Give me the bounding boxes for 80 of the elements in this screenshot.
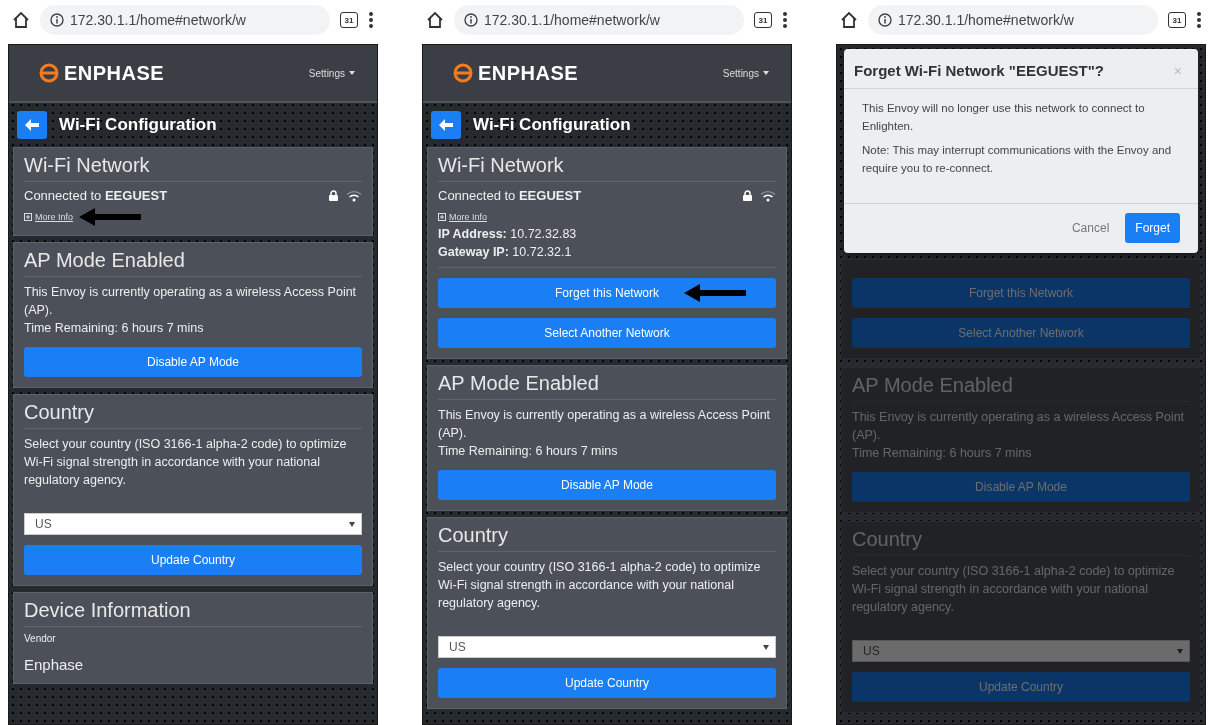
field-value: Enphase	[24, 656, 85, 673]
address-bar[interactable]: 172.30.1.1/home#network/w	[454, 5, 744, 35]
plus-square-icon	[24, 213, 32, 221]
info-text: Gateway IP: 10.72.32.1	[438, 244, 573, 261]
action-button[interactable]: Forget this Network	[438, 278, 776, 308]
menu-icon[interactable]	[368, 11, 374, 29]
logo-text: ENPHASE	[478, 61, 579, 85]
description-text: Select your country (ISO 3166-1 alpha-2 code) to optimize Wi-Fi signal strength in accordance with your national regulatory agency.	[24, 436, 348, 489]
caret-icon	[763, 644, 769, 650]
action-button[interactable]: Select Another Network	[438, 318, 776, 348]
wifi-icon	[346, 189, 362, 202]
settings-menu[interactable]: Settings	[716, 66, 775, 80]
action-button[interactable]: Update Country	[24, 545, 362, 575]
back-arrow-icon	[439, 119, 453, 131]
tab-count[interactable]: 31	[1168, 12, 1186, 28]
more-info-link[interactable]: More Info	[438, 212, 488, 222]
action-button[interactable]: Select Another Network	[852, 318, 1190, 348]
logo-text: ENPHASE	[64, 61, 165, 85]
section-title: AP Mode Enabled	[852, 374, 1190, 402]
action-button[interactable]: Update Country	[438, 668, 776, 698]
tab-count[interactable]: 31	[754, 12, 772, 28]
info-icon	[878, 13, 892, 27]
info-text: Time Remaining: 6 hours 7 mins	[852, 445, 1033, 462]
info-text: Time Remaining: 6 hours 7 mins	[438, 443, 619, 460]
menu-icon[interactable]	[1196, 11, 1202, 29]
address-bar[interactable]: 172.30.1.1/home#network/w	[868, 5, 1158, 35]
caret-icon	[349, 521, 355, 527]
section-title: Device Information	[24, 599, 362, 627]
caret-icon	[349, 71, 355, 75]
info-text: IP Address: 10.72.32.83	[438, 226, 578, 243]
description-text: Select your country (ISO 3166-1 alpha-2 code) to optimize Wi-Fi signal strength in accordance with your national regulatory agency.	[438, 559, 762, 612]
section-title: Country	[438, 524, 776, 552]
info-text: Time Remaining: 6 hours 7 mins	[24, 320, 205, 337]
dialog-text: This Envoy will no longer use this network to connect to Enlighten.	[862, 101, 1146, 134]
connection-status: Connected to EEGUEST	[24, 188, 168, 203]
action-button[interactable]: Disable AP Mode	[438, 470, 776, 500]
description-text: This Envoy is currently operating as a wireless Access Point (AP).	[24, 284, 358, 319]
connection-status: Connected to EEGUEST	[438, 188, 582, 203]
dialog-text: Note: This may interrupt communications with the Envoy and require you to re-connect.	[862, 143, 1173, 176]
country-select[interactable]: US	[438, 636, 776, 658]
action-button[interactable]: Update Country	[852, 672, 1190, 702]
section-title: Wi-Fi Network	[24, 154, 362, 182]
cancel-button[interactable]: Cancel	[1071, 221, 1110, 235]
info-icon	[50, 13, 64, 27]
lock-icon	[329, 190, 338, 201]
home-icon[interactable]	[12, 11, 30, 29]
page-title: Wi-Fi Configuration	[473, 115, 631, 135]
logo-icon	[39, 63, 59, 83]
action-button[interactable]: Disable AP Mode	[24, 347, 362, 377]
forget-button[interactable]: Forget	[1125, 213, 1180, 243]
more-info-link[interactable]: More Info	[24, 212, 74, 222]
tab-count[interactable]: 31	[340, 12, 358, 28]
home-icon[interactable]	[426, 11, 444, 29]
caret-icon	[763, 71, 769, 75]
info-icon	[464, 13, 478, 27]
field-label: Vendor	[24, 633, 57, 644]
section-title: AP Mode Enabled	[24, 249, 362, 277]
section-title: AP Mode Enabled	[438, 372, 776, 400]
page-title: Wi-Fi Configuration	[59, 115, 217, 135]
section-title: Country	[852, 528, 1190, 556]
dialog-title: Forget Wi-Fi Network "EEGUEST"?	[854, 62, 1104, 79]
menu-icon[interactable]	[782, 11, 788, 29]
lock-icon	[743, 190, 752, 201]
plus-square-icon	[438, 213, 446, 221]
back-button[interactable]	[431, 111, 461, 139]
address-bar[interactable]: 172.30.1.1/home#network/w	[40, 5, 330, 35]
back-arrow-icon	[25, 119, 39, 131]
settings-menu[interactable]: Settings	[302, 66, 361, 80]
description-text: This Envoy is currently operating as a wireless Access Point (AP).	[438, 407, 772, 442]
section-title: Wi-Fi Network	[438, 154, 776, 182]
logo-icon	[453, 63, 473, 83]
action-button[interactable]: Forget this Network	[852, 278, 1190, 308]
home-icon[interactable]	[840, 11, 858, 29]
action-button[interactable]: Disable AP Mode	[852, 472, 1190, 502]
caret-icon	[1177, 648, 1183, 654]
back-button[interactable]	[17, 111, 47, 139]
country-select[interactable]: US	[852, 640, 1190, 662]
section-title: Country	[24, 401, 362, 429]
country-select[interactable]: US	[24, 513, 362, 535]
wifi-icon	[760, 189, 776, 202]
